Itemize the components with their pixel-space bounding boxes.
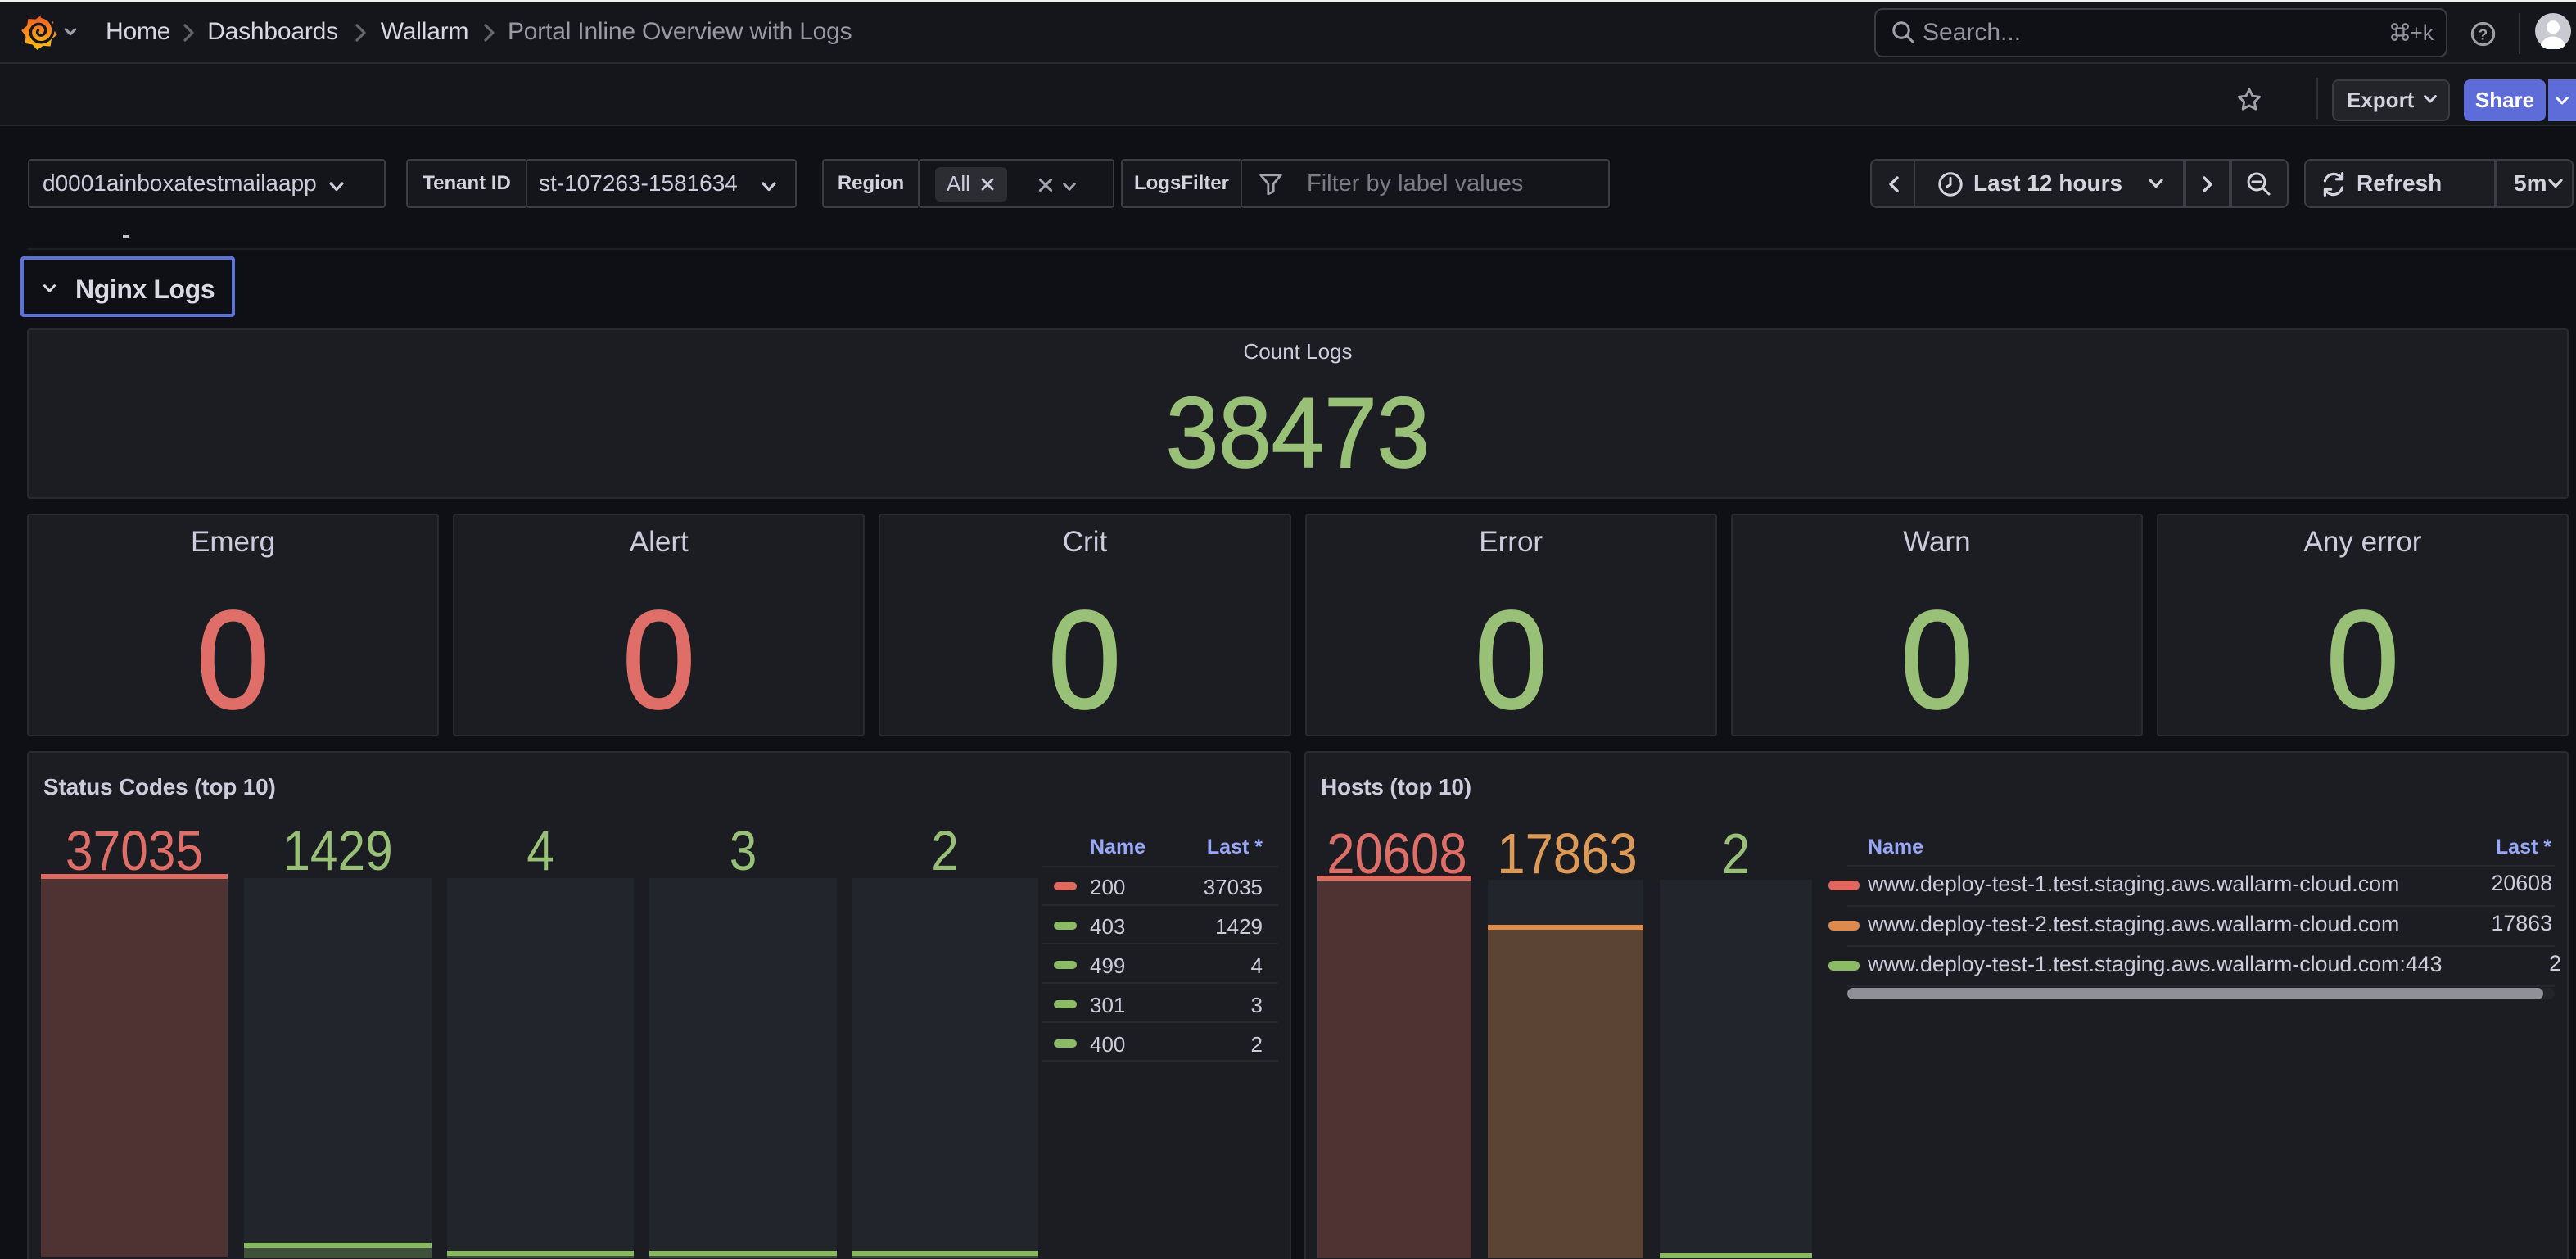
svg-text:?: ? [2479,26,2488,43]
